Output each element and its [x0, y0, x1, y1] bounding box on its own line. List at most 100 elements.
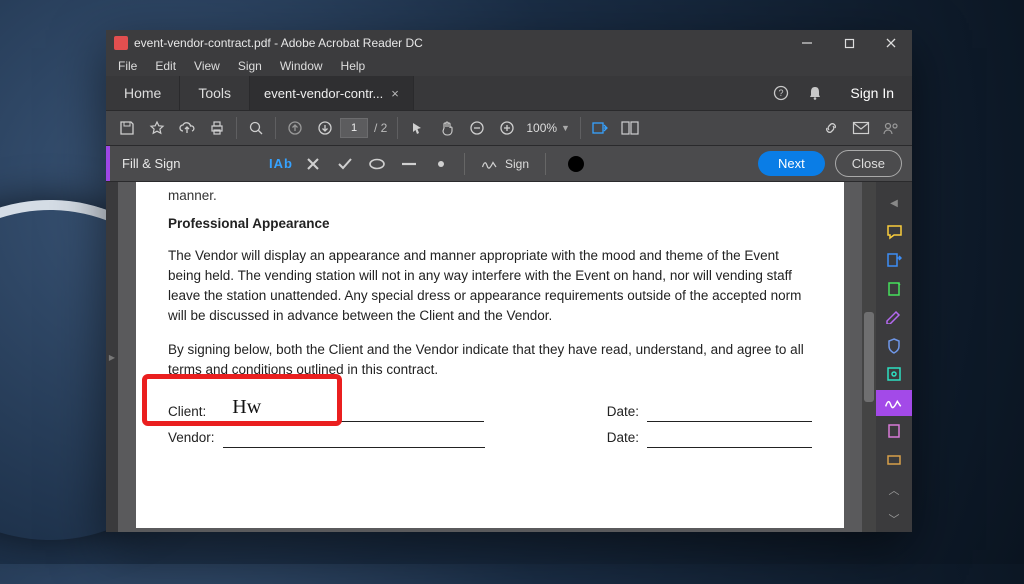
rail-optimize-tool[interactable] — [876, 361, 912, 388]
nav-pane-collapsed[interactable]: ▶ — [106, 182, 118, 532]
tab-bar: Home Tools event-vendor-contr... × ? Sig… — [106, 76, 912, 110]
create-pdf-icon — [886, 281, 902, 297]
dot-icon — [437, 160, 445, 168]
page-number-input[interactable]: 1 — [340, 118, 368, 138]
rail-comment-tool[interactable] — [876, 219, 912, 246]
share-button[interactable] — [816, 114, 846, 142]
zoom-level-label[interactable]: 100% — [522, 121, 561, 135]
add-x-tool[interactable] — [298, 150, 328, 178]
fit-width-button[interactable] — [585, 114, 615, 142]
next-button[interactable]: Next — [758, 151, 825, 176]
hand-tool[interactable] — [432, 114, 462, 142]
close-window-button[interactable] — [870, 30, 912, 56]
rail-more-tool-2[interactable] — [876, 447, 912, 474]
export-pdf-icon — [886, 252, 902, 268]
close-icon — [885, 37, 897, 49]
tab-home[interactable]: Home — [106, 76, 180, 110]
zoom-out-button[interactable] — [462, 114, 492, 142]
star-button[interactable] — [142, 114, 172, 142]
sign-label: Sign — [505, 157, 529, 171]
fill-sign-title: Fill & Sign — [106, 146, 266, 181]
people-button[interactable] — [876, 114, 906, 142]
window-title: event-vendor-contract.pdf - Adobe Acroba… — [134, 36, 786, 50]
fill-sign-toolbar: Fill & Sign IAb Sign Next Close — [106, 146, 912, 182]
document-viewport[interactable]: manner. Professional Appearance The Vend… — [118, 182, 862, 532]
comment-icon — [886, 224, 903, 240]
tools-rail: ◀ ︿ ﹀ — [876, 182, 912, 532]
print-button[interactable] — [202, 114, 232, 142]
client-signature-line[interactable]: Hw — [214, 404, 484, 422]
menu-help[interactable]: Help — [333, 57, 374, 75]
page-up-button[interactable] — [280, 114, 310, 142]
paragraph-appearance: The Vendor will display an appearance an… — [168, 246, 812, 326]
arrow-up-circle-icon — [287, 120, 303, 136]
rail-more-tool-1[interactable] — [876, 418, 912, 445]
maximize-button[interactable] — [828, 30, 870, 56]
add-text-tool[interactable]: IAb — [266, 150, 296, 178]
sign-in-button[interactable]: Sign In — [832, 76, 912, 110]
rail-protect-tool[interactable] — [876, 333, 912, 360]
titlebar[interactable]: event-vendor-contract.pdf - Adobe Acroba… — [106, 30, 912, 56]
zoom-in-button[interactable] — [492, 114, 522, 142]
bell-icon — [807, 85, 823, 101]
close-panel-button[interactable]: Close — [835, 150, 902, 177]
rail-export-tool[interactable] — [876, 247, 912, 274]
page-down-button[interactable] — [310, 114, 340, 142]
email-button[interactable] — [846, 114, 876, 142]
help-button[interactable]: ? — [764, 76, 798, 110]
notifications-button[interactable] — [798, 76, 832, 110]
rail-scroll-down[interactable]: ﹀ — [876, 506, 912, 533]
arrow-down-circle-icon — [317, 120, 333, 136]
pdf-page[interactable]: manner. Professional Appearance The Vend… — [136, 182, 844, 528]
client-date-line[interactable] — [647, 404, 812, 422]
zoom-dropdown-icon[interactable]: ▼ — [561, 123, 576, 133]
plus-circle-icon — [499, 120, 515, 136]
sign-tool[interactable]: Sign — [473, 157, 537, 171]
vendor-signature-line[interactable] — [223, 430, 485, 448]
fit-width-icon — [591, 120, 609, 136]
add-circle-tool[interactable] — [362, 150, 392, 178]
menu-window[interactable]: Window — [272, 57, 331, 75]
rail-scroll-up[interactable]: ︿ — [876, 477, 912, 504]
add-check-tool[interactable] — [330, 150, 360, 178]
menu-view[interactable]: View — [186, 57, 228, 75]
add-line-tool[interactable] — [394, 150, 424, 178]
select-tool[interactable] — [402, 114, 432, 142]
maximize-icon — [844, 38, 855, 49]
menu-edit[interactable]: Edit — [147, 57, 184, 75]
page-display-button[interactable] — [615, 114, 645, 142]
print-icon — [209, 120, 225, 136]
tab-close-icon[interactable]: × — [391, 86, 399, 101]
expand-navpane-icon: ▶ — [109, 353, 115, 362]
rail-fill-sign-tool[interactable] — [876, 390, 912, 417]
rail-create-tool[interactable] — [876, 276, 912, 303]
prev-paragraph-tail: manner. — [168, 186, 812, 206]
color-swatch[interactable] — [568, 156, 584, 172]
cursor-icon — [410, 121, 424, 135]
vendor-date-label: Date: — [607, 428, 647, 448]
save-button[interactable] — [112, 114, 142, 142]
paragraph-agreement: By signing below, both the Client and th… — [168, 340, 812, 380]
pdf-file-icon — [114, 36, 128, 50]
line-icon — [401, 161, 417, 167]
client-signature-mark[interactable]: Hw — [232, 393, 261, 423]
find-button[interactable] — [241, 114, 271, 142]
tab-document-active[interactable]: event-vendor-contr... × — [250, 76, 414, 110]
rail-collapse-toggle[interactable]: ◀ — [876, 190, 912, 217]
minimize-icon — [801, 37, 813, 49]
client-date-label: Date: — [607, 402, 647, 422]
page-total-label: / 2 — [368, 121, 393, 135]
section-heading: Professional Appearance — [168, 214, 812, 234]
cloud-button[interactable] — [172, 114, 202, 142]
tab-tools[interactable]: Tools — [180, 76, 250, 110]
scrollbar-thumb[interactable] — [864, 312, 874, 402]
minimize-button[interactable] — [786, 30, 828, 56]
star-icon — [149, 120, 165, 136]
signature-row-vendor: Vendor: Date: — [168, 428, 812, 448]
add-dot-tool[interactable] — [426, 150, 456, 178]
vendor-date-line[interactable] — [647, 430, 812, 448]
rail-edit-tool[interactable] — [876, 304, 912, 331]
menu-sign[interactable]: Sign — [230, 57, 270, 75]
vertical-scrollbar[interactable] — [862, 182, 876, 532]
menu-file[interactable]: File — [110, 57, 145, 75]
